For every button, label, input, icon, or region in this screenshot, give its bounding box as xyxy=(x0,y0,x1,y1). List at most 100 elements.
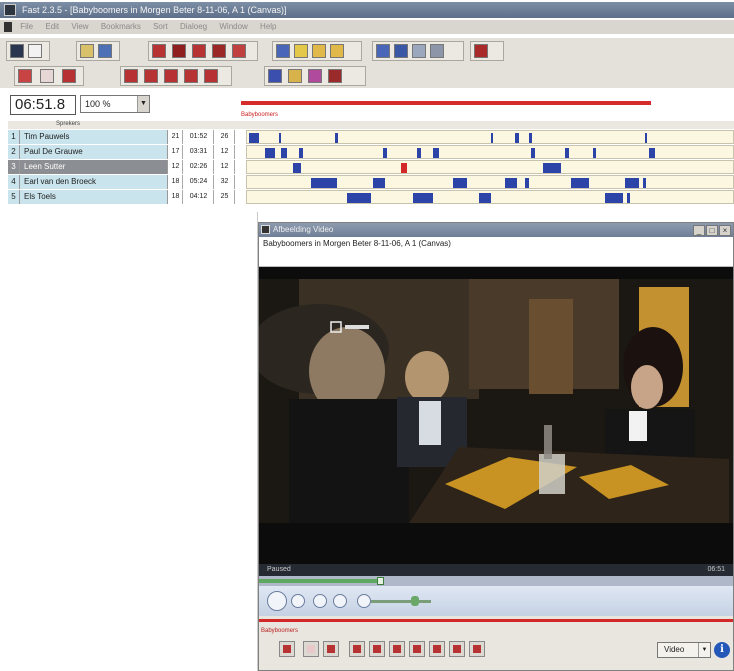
speech-segment-current xyxy=(401,163,407,173)
marker-button-group xyxy=(272,41,362,61)
export-n-icon[interactable] xyxy=(268,69,282,83)
video-window-icon xyxy=(261,225,270,234)
nav-prev-icon[interactable] xyxy=(144,69,158,83)
speaker-name[interactable]: Els Toels xyxy=(20,190,168,204)
save-icon[interactable] xyxy=(10,44,24,58)
speech-segment xyxy=(417,148,421,158)
bottom-tool-6-icon[interactable] xyxy=(389,641,405,657)
speaker-name[interactable]: Leen Sutter xyxy=(20,160,168,174)
menu-help[interactable]: Help xyxy=(260,22,276,31)
speech-segment xyxy=(433,148,439,158)
record-icon[interactable] xyxy=(18,69,32,83)
previous-button[interactable] xyxy=(313,594,327,608)
arrow-left-icon[interactable] xyxy=(312,44,326,58)
tool-a-icon[interactable] xyxy=(376,44,390,58)
player-controls xyxy=(259,586,733,616)
red-tool-4-icon[interactable] xyxy=(212,44,226,58)
mute-button[interactable] xyxy=(357,594,371,608)
speech-segment xyxy=(479,193,491,203)
speech-segment xyxy=(249,133,259,143)
bottom-tool-10-icon[interactable] xyxy=(469,641,485,657)
speaker-track[interactable] xyxy=(246,160,734,174)
maximize-icon[interactable]: □ xyxy=(706,225,718,236)
export-folder-icon[interactable] xyxy=(288,69,302,83)
speech-segment xyxy=(605,193,623,203)
menu-view[interactable]: View xyxy=(71,22,88,31)
menu-window[interactable]: Window xyxy=(219,22,247,31)
seek-thumb[interactable] xyxy=(377,577,384,585)
bottom-tool-1-icon[interactable] xyxy=(279,641,295,657)
table-row[interactable]: 5 Els Toels 18 04:12 25 xyxy=(8,190,734,204)
nav-next-icon[interactable] xyxy=(184,69,198,83)
bottom-tool-2-icon[interactable] xyxy=(303,641,319,657)
grid-header-label: Sprekers xyxy=(56,121,81,127)
menu-bookmarks[interactable]: Bookmarks xyxy=(101,22,141,31)
zoom-select[interactable]: 100 % ▼ xyxy=(80,95,150,113)
view-a-icon[interactable] xyxy=(80,44,94,58)
tool-b-icon[interactable] xyxy=(394,44,408,58)
video-source-select[interactable]: Video ▼ xyxy=(657,642,711,658)
video-viewport[interactable] xyxy=(259,267,733,564)
nav-last-icon[interactable] xyxy=(204,69,218,83)
bottom-tool-9-icon[interactable] xyxy=(449,641,465,657)
pin-icon[interactable] xyxy=(4,21,12,32)
view-b-icon[interactable] xyxy=(98,44,112,58)
menu-sort[interactable]: Sort xyxy=(153,22,168,31)
speaker-name[interactable]: Tim Pauwels xyxy=(20,130,168,144)
volume-slider[interactable] xyxy=(371,596,431,606)
table-row-selected[interactable]: 3 Leen Sutter 12 02:26 12 xyxy=(8,160,734,174)
speaker-name[interactable]: Earl van den Broeck xyxy=(20,175,168,189)
speaker-name[interactable]: Paul De Grauwe xyxy=(20,145,168,159)
close-icon[interactable]: × xyxy=(719,225,731,236)
warning-icon[interactable] xyxy=(294,44,308,58)
export-film-icon[interactable] xyxy=(328,69,342,83)
speaker-track[interactable] xyxy=(246,190,734,204)
play-button[interactable] xyxy=(267,591,287,611)
red-tool-1-icon[interactable] xyxy=(152,44,166,58)
export-image-icon[interactable] xyxy=(308,69,322,83)
stop-record-icon[interactable] xyxy=(62,69,76,83)
chevron-down-icon[interactable]: ▼ xyxy=(137,96,149,112)
speaker-track[interactable] xyxy=(246,145,734,159)
bottom-tool-7-icon[interactable] xyxy=(409,641,425,657)
speaker-duration: 05:24 xyxy=(184,175,214,189)
next-button[interactable] xyxy=(333,594,347,608)
video-status-bar: Paused 06:51 xyxy=(259,564,733,576)
bottom-tool-8-icon[interactable] xyxy=(429,641,445,657)
tool-d-icon[interactable] xyxy=(430,44,444,58)
bottom-tool-5-icon[interactable] xyxy=(369,641,385,657)
info-icon[interactable]: i xyxy=(714,642,730,658)
bottom-tool-3-icon[interactable] xyxy=(323,641,339,657)
stop-icon[interactable] xyxy=(474,44,488,58)
timecode-display[interactable]: 06:51.8 xyxy=(10,95,76,115)
menu-file[interactable]: File xyxy=(20,22,33,31)
speaker-track[interactable] xyxy=(246,175,734,189)
minimize-icon[interactable]: _ xyxy=(693,225,705,236)
chevron-down-icon[interactable]: ▼ xyxy=(698,643,710,657)
row-number: 4 xyxy=(8,175,20,189)
red-tool-2-icon[interactable] xyxy=(172,44,186,58)
export-button-group xyxy=(264,66,366,86)
seek-bar[interactable] xyxy=(259,576,733,586)
menu-dialoeg[interactable]: Dialoeg xyxy=(180,22,207,31)
speaker-track[interactable] xyxy=(246,130,734,144)
table-row[interactable]: 1 Tim Pauwels 21 01:52 26 xyxy=(8,130,734,144)
table-row[interactable]: 4 Earl van den Broeck 18 05:24 32 xyxy=(8,175,734,189)
print-icon[interactable] xyxy=(28,44,42,58)
tool-c-icon[interactable] xyxy=(412,44,426,58)
volume-thumb[interactable] xyxy=(411,596,419,606)
left-pane xyxy=(8,212,258,671)
stop-button[interactable] xyxy=(291,594,305,608)
nav-play-icon[interactable] xyxy=(164,69,178,83)
arrow-right-icon[interactable] xyxy=(330,44,344,58)
menu-edit[interactable]: Edit xyxy=(45,22,59,31)
red-tool-3-icon[interactable] xyxy=(192,44,206,58)
pause-icon[interactable] xyxy=(40,69,54,83)
app-title: Fast 2.3.5 - [Babyboomers in Morgen Bete… xyxy=(22,5,287,15)
speaker-count: 18 xyxy=(169,190,183,204)
red-tool-5-icon[interactable] xyxy=(232,44,246,58)
bottom-tool-4-icon[interactable] xyxy=(349,641,365,657)
table-row[interactable]: 2 Paul De Grauwe 17 03:31 12 xyxy=(8,145,734,159)
marker-icon[interactable] xyxy=(276,44,290,58)
nav-first-icon[interactable] xyxy=(124,69,138,83)
